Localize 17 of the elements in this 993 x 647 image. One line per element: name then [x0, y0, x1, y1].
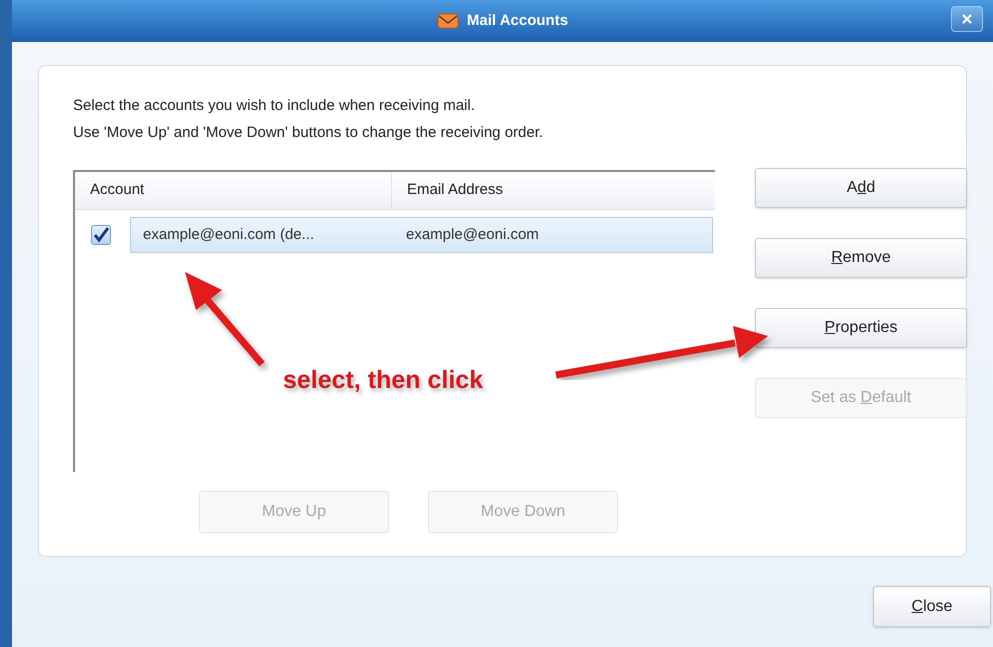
- instruction-text: Use 'Move Up' and 'Move Down' buttons to change the receiving order.: [73, 123, 544, 143]
- column-header[interactable]: Email Address: [392, 172, 715, 209]
- close-window-button[interactable]: [951, 6, 983, 32]
- window-title: Mail Accounts: [466, 10, 568, 31]
- table-cell-text: example@eoni.com: [405, 224, 539, 245]
- account-row[interactable]: example@eoni.com (de... example@eoni.com: [130, 217, 713, 253]
- checkbox[interactable]: [91, 225, 111, 245]
- annotation-text: select, then click: [283, 365, 484, 396]
- dialog-button[interactable]: Remove: [755, 238, 967, 278]
- dialog-button[interactable]: Close: [873, 586, 991, 627]
- table-cell-text: example@eoni.com (de...: [142, 224, 316, 245]
- dialog-button[interactable]: Properties: [755, 308, 967, 348]
- dialog-button[interactable]: Add: [755, 168, 967, 208]
- envelope-icon: [436, 13, 459, 29]
- instruction-text: Select the accounts you wish to include when receiving mail.: [73, 96, 476, 116]
- column-header[interactable]: Account: [75, 172, 392, 209]
- close-icon: [962, 14, 972, 24]
